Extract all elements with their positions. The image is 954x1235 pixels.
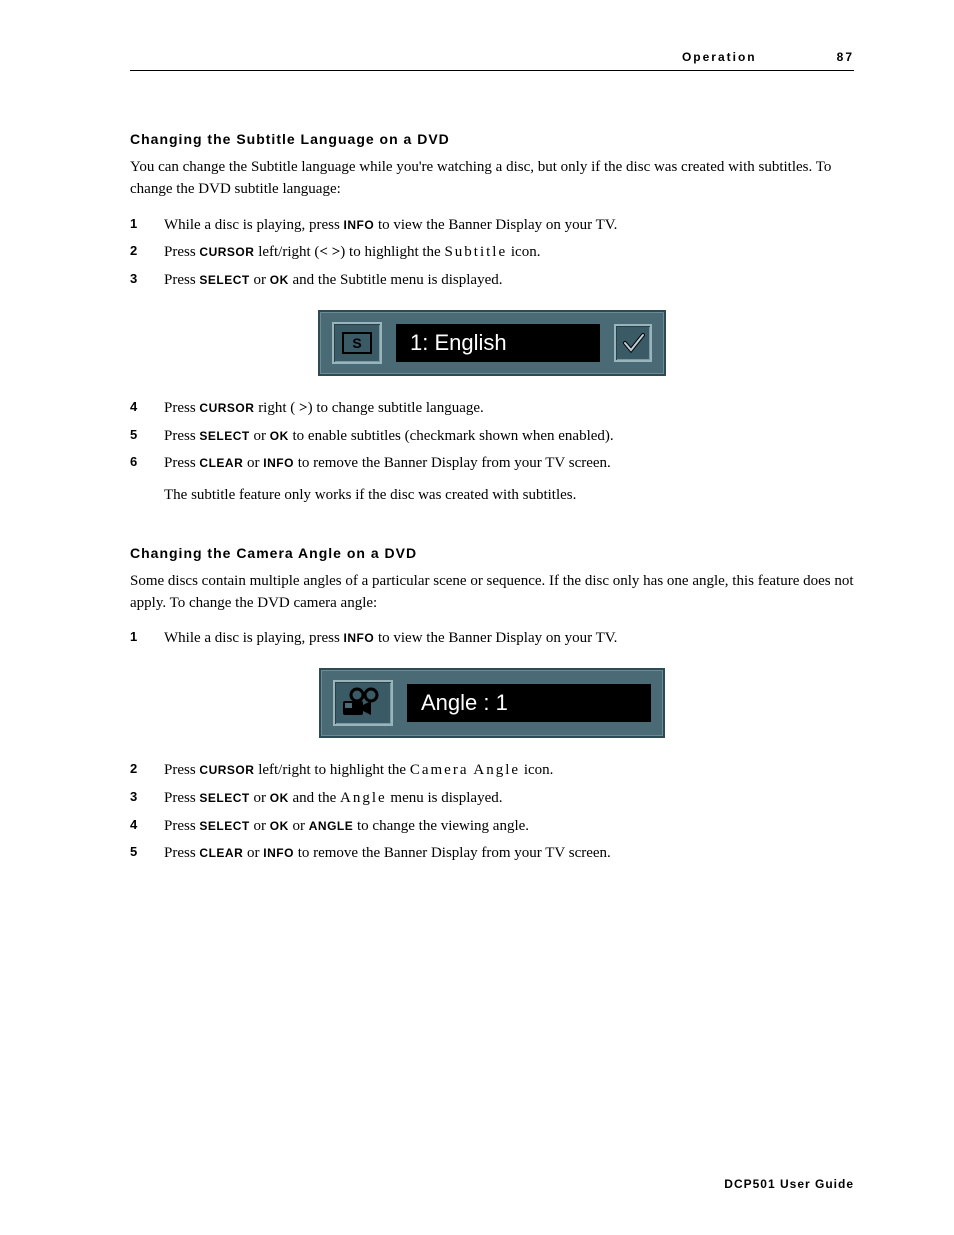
step-num: 6 (130, 453, 164, 507)
angle-banner-text: Angle : 1 (407, 684, 651, 722)
subtitle-note: The subtitle feature only works if the d… (164, 487, 576, 503)
step-body: Press CLEAR or INFO to remove the Banner… (164, 843, 854, 865)
key-clear: CLEAR (199, 456, 243, 470)
key-ok: OK (270, 791, 289, 805)
key-select: SELECT (199, 819, 249, 833)
key-ok: OK (270, 273, 289, 287)
camera-angle-icon (333, 680, 393, 726)
svg-text:S: S (352, 335, 361, 351)
s1-step-6: 6 Press CLEAR or INFO to remove the Bann… (130, 453, 854, 507)
s1-step-5: 5 Press SELECT or OK to enable subtitles… (130, 426, 854, 448)
step-body: Press CURSOR left/right to highlight the… (164, 760, 854, 782)
step-num: 5 (130, 843, 164, 865)
key-cursor: CURSOR (199, 763, 254, 777)
s1-step-2: 2 Press CURSOR left/right (< >) to highl… (130, 242, 854, 264)
key-select: SELECT (199, 429, 249, 443)
s1-step-3: 3 Press SELECT or OK and the Subtitle me… (130, 270, 854, 292)
step-num: 5 (130, 426, 164, 448)
subtitle-s-icon: S (332, 322, 382, 364)
heading-subtitle-language: Changing the Subtitle Language on a DVD (130, 131, 854, 147)
s1-step-1: 1 While a disc is playing, press INFO to… (130, 215, 854, 237)
step-body: Press SELECT or OK and the Subtitle menu… (164, 270, 854, 292)
subtitle-banner: S 1: English (318, 310, 666, 376)
key-clear: CLEAR (199, 846, 243, 860)
step-num: 2 (130, 242, 164, 264)
heading-camera-angle: Changing the Camera Angle on a DVD (130, 545, 854, 561)
s2-step-5: 5 Press CLEAR or INFO to remove the Bann… (130, 843, 854, 865)
key-angle: ANGLE (309, 819, 354, 833)
step-body: Press CURSOR left/right (< >) to highlig… (164, 242, 854, 264)
key-info: INFO (263, 846, 294, 860)
key-info: INFO (344, 218, 375, 232)
key-cursor: CURSOR (199, 245, 254, 259)
step-num: 1 (130, 215, 164, 237)
key-cursor: CURSOR (199, 401, 254, 415)
s2-step-2: 2 Press CURSOR left/right to highlight t… (130, 760, 854, 782)
step-num: 3 (130, 270, 164, 292)
checkmark-icon (614, 324, 652, 362)
intro-angle: Some discs contain multiple angles of a … (130, 571, 854, 615)
step-body: Press SELECT or OK and the Angle menu is… (164, 788, 854, 810)
step-body: Press SELECT or OK to enable subtitles (… (164, 426, 854, 448)
page-header: Operation 87 (130, 50, 854, 71)
step-num: 2 (130, 760, 164, 782)
key-info: INFO (344, 631, 375, 645)
page-footer: DCP501 User Guide (724, 1177, 854, 1191)
step-body: While a disc is playing, press INFO to v… (164, 628, 854, 650)
s1-step-4: 4 Press CURSOR right ( >) to change subt… (130, 398, 854, 420)
step-body: Press CURSOR right ( >) to change subtit… (164, 398, 854, 420)
key-ok: OK (270, 819, 289, 833)
step-num: 4 (130, 816, 164, 838)
s2-step-4: 4 Press SELECT or OK or ANGLE to change … (130, 816, 854, 838)
key-info: INFO (263, 456, 294, 470)
s2-step-3: 3 Press SELECT or OK and the Angle menu … (130, 788, 854, 810)
key-select: SELECT (199, 273, 249, 287)
header-section: Operation (682, 50, 757, 64)
step-num: 4 (130, 398, 164, 420)
step-num: 3 (130, 788, 164, 810)
page-number: 87 (837, 50, 854, 64)
step-body: Press CLEAR or INFO to remove the Banner… (164, 453, 854, 507)
angle-banner: Angle : 1 (319, 668, 665, 738)
step-body: Press SELECT or OK or ANGLE to change th… (164, 816, 854, 838)
step-num: 1 (130, 628, 164, 650)
subtitle-banner-text: 1: English (396, 324, 600, 362)
step-body: While a disc is playing, press INFO to v… (164, 215, 854, 237)
s2-step-1: 1 While a disc is playing, press INFO to… (130, 628, 854, 650)
key-select: SELECT (199, 791, 249, 805)
intro-subtitle: You can change the Subtitle language whi… (130, 157, 854, 201)
key-ok: OK (270, 429, 289, 443)
